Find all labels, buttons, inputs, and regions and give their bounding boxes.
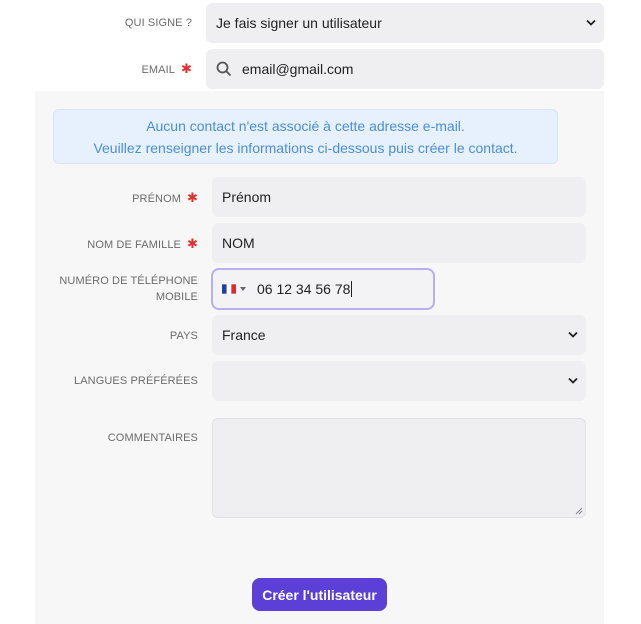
- comments-label: COMMENTAIRES: [107, 432, 198, 444]
- last-name-field[interactable]: NOM: [212, 223, 586, 263]
- phone-label: NUMÉRO DE TÉLÉPHONE MOBILE: [59, 275, 198, 303]
- phone-field[interactable]: 06 12 34 56 78: [211, 268, 435, 310]
- resize-handle-icon[interactable]: [575, 507, 583, 515]
- who-signs-label: QUI SIGNE ?: [124, 17, 192, 29]
- country-select[interactable]: France: [212, 315, 586, 355]
- who-signs-value: Je fais signer un utilisateur: [216, 15, 382, 31]
- create-user-button[interactable]: Créer l'utilisateur: [252, 578, 387, 611]
- email-value: email@gmail.com: [242, 61, 354, 77]
- country-label: PAYS: [169, 330, 198, 342]
- languages-select[interactable]: [212, 361, 586, 401]
- last-name-label: NOM DE FAMILLE ✱: [87, 236, 198, 251]
- first-name-field[interactable]: Prénom: [212, 177, 586, 217]
- phone-value: 06 12 34 56 78: [257, 281, 351, 297]
- who-signs-select[interactable]: Je fais signer un utilisateur: [206, 3, 604, 43]
- first-name-value: Prénom: [222, 189, 272, 205]
- required-marker: ✱: [187, 236, 198, 251]
- text-cursor: [351, 281, 353, 297]
- first-name-label: PRÉNOM ✱: [132, 190, 198, 205]
- notice-line-2: Veuillez renseigner les informations ci-…: [93, 140, 518, 156]
- new-contact-panel: [35, 91, 604, 624]
- email-field[interactable]: email@gmail.com: [206, 49, 604, 89]
- languages-label: LANGUES PRÉFÉRÉES: [74, 375, 198, 387]
- comments-textarea[interactable]: [212, 418, 586, 518]
- required-marker: ✱: [187, 190, 198, 205]
- last-name-value: NOM: [222, 235, 255, 251]
- country-flag-selector[interactable]: [222, 284, 246, 294]
- chevron-down-icon: [586, 19, 596, 26]
- chevron-down-icon: [568, 377, 578, 384]
- email-label: EMAIL ✱: [141, 61, 192, 76]
- no-contact-notice: Aucun contact n'est associé à cette adre…: [53, 109, 558, 164]
- caret-down-icon: [240, 287, 246, 291]
- chevron-down-icon: [568, 331, 578, 338]
- france-flag-icon: [222, 284, 236, 294]
- create-user-button-label: Créer l'utilisateur: [262, 586, 377, 603]
- search-icon: [216, 61, 232, 77]
- required-marker: ✱: [181, 61, 192, 76]
- country-value: France: [222, 327, 266, 343]
- notice-line-1: Aucun contact n'est associé à cette adre…: [146, 118, 465, 134]
